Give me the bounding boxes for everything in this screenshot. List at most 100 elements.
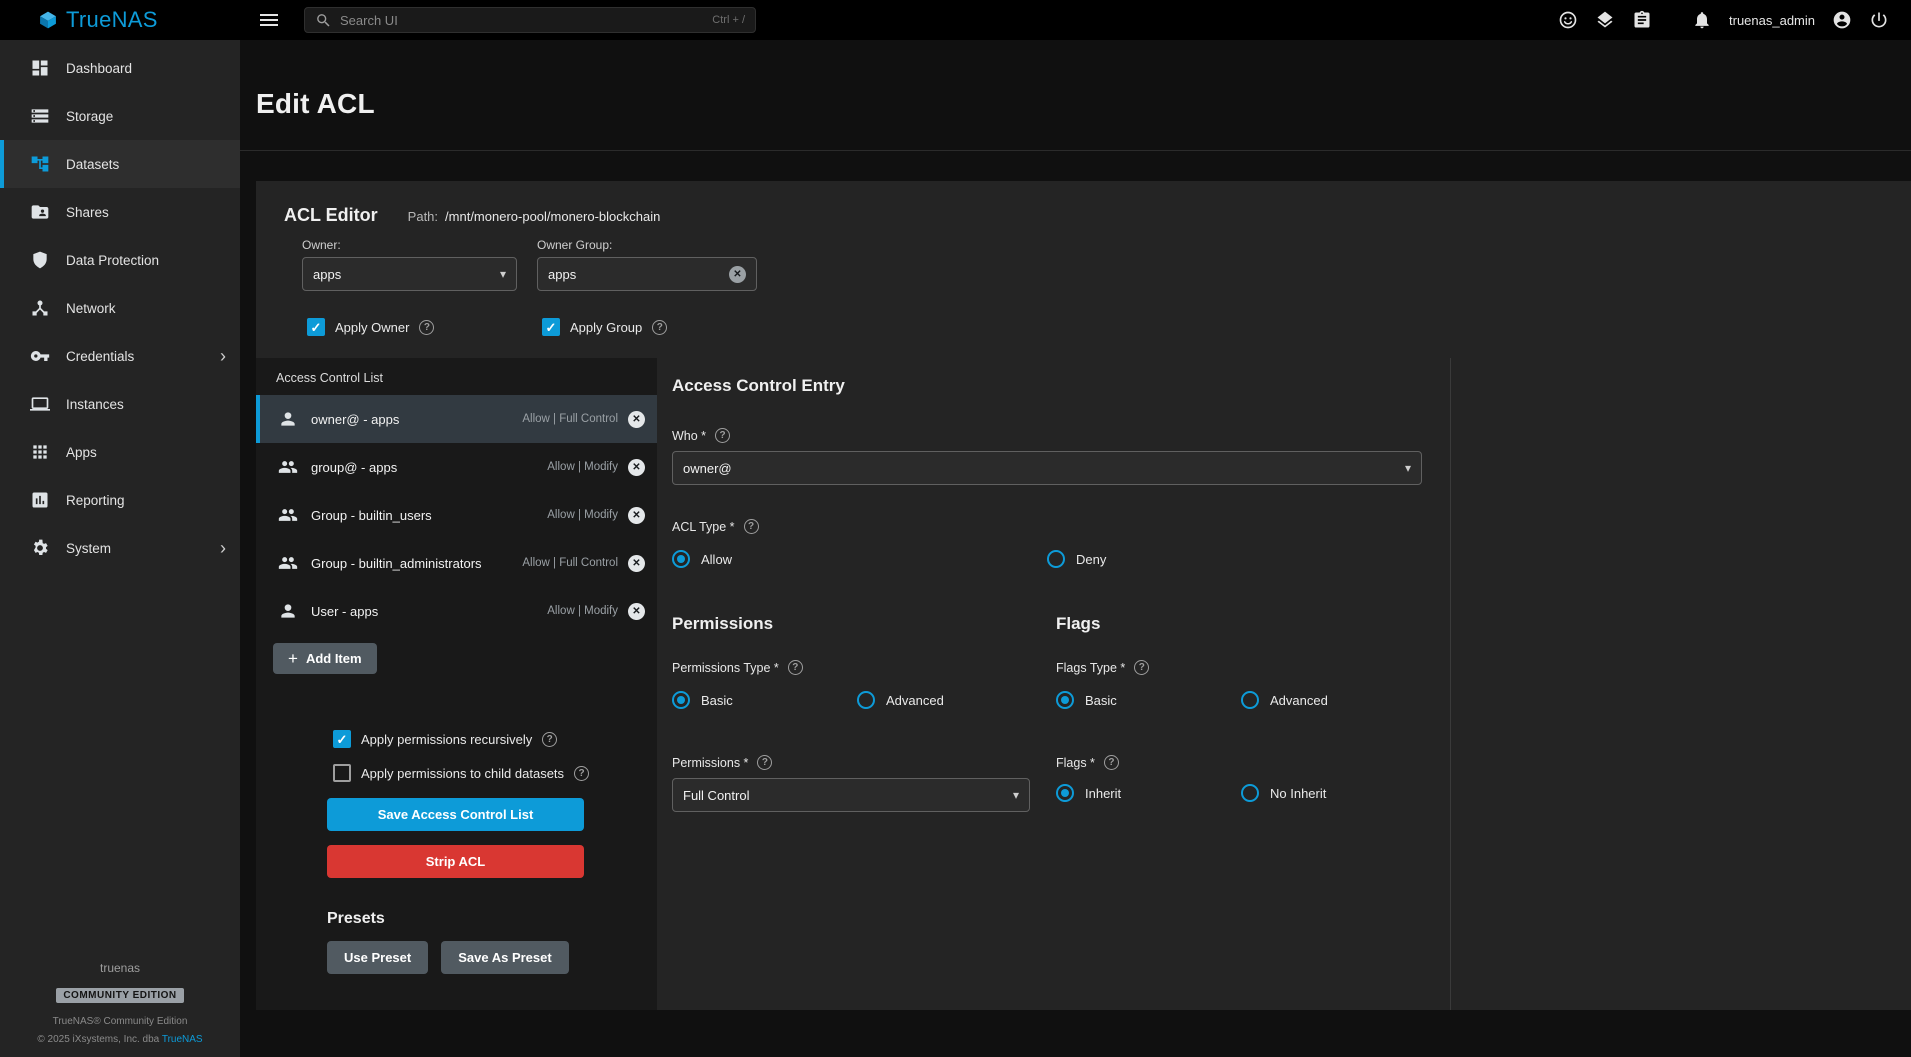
flags-type-advanced-radio[interactable]: Advanced xyxy=(1241,691,1450,709)
acl-entry[interactable]: owner@ - apps Allow | Full Control ✕ xyxy=(256,395,657,443)
remove-entry-icon[interactable]: ✕ xyxy=(628,555,645,572)
remove-entry-icon[interactable]: ✕ xyxy=(628,459,645,476)
acl-entry[interactable]: Group - builtin_users Allow | Modify ✕ xyxy=(256,491,657,539)
apply-owner-checkbox[interactable] xyxy=(307,318,325,336)
radio-label: Inherit xyxy=(1085,786,1121,801)
radio-icon[interactable] xyxy=(672,691,690,709)
power-icon[interactable] xyxy=(1869,10,1889,30)
jobs-clipboard-icon[interactable] xyxy=(1632,10,1652,30)
remove-entry-icon[interactable]: ✕ xyxy=(628,507,645,524)
key-icon xyxy=(30,346,50,366)
access-control-entry-form: Access Control Entry Who * ? owner@ ▾ AC… xyxy=(672,358,1451,1010)
sidebar-item-network[interactable]: Network xyxy=(0,284,240,332)
radio-icon[interactable] xyxy=(1056,784,1074,802)
sidebar-item-storage[interactable]: Storage xyxy=(0,92,240,140)
acl-entry-permission: Allow | Full Control xyxy=(522,413,618,425)
chevron-right-icon: › xyxy=(220,539,226,557)
owner-group-input[interactable]: apps ✕ xyxy=(537,257,757,291)
add-item-button[interactable]: + Add Item xyxy=(273,643,377,674)
owner-select[interactable]: apps ▾ xyxy=(302,257,517,291)
save-as-preset-button[interactable]: Save As Preset xyxy=(441,941,568,974)
group-icon xyxy=(278,553,298,573)
footer-brand-link[interactable]: TrueNAS xyxy=(162,1034,203,1045)
radio-icon[interactable] xyxy=(672,550,690,568)
remove-entry-icon[interactable]: ✕ xyxy=(628,603,645,620)
sidebar-item-shares[interactable]: Shares xyxy=(0,188,240,236)
permissions-section: Permissions Permissions Type * ? Basic xyxy=(672,614,1056,812)
person-icon xyxy=(278,601,298,621)
radio-icon[interactable] xyxy=(857,691,875,709)
help-icon[interactable]: ? xyxy=(574,766,589,781)
flags-inherit-radio[interactable]: Inherit xyxy=(1056,784,1241,802)
save-acl-button[interactable]: Save Access Control List xyxy=(327,798,584,831)
sidebar-item-dashboard[interactable]: Dashboard xyxy=(0,44,240,92)
notifications-bell-icon[interactable] xyxy=(1692,10,1712,30)
apply-group-checkbox-row: Apply Group ? xyxy=(537,318,757,336)
flags-type-basic-radio[interactable]: Basic xyxy=(1056,691,1241,709)
apply-child-checkbox-row: Apply permissions to child datasets ? xyxy=(327,764,657,782)
owner-value: apps xyxy=(313,267,492,282)
radio-icon[interactable] xyxy=(1056,691,1074,709)
footer-edition-line: TrueNAS® Community Edition xyxy=(53,1016,188,1027)
plus-icon: + xyxy=(288,650,298,667)
dataset-path: Path: /mnt/monero-pool/monero-blockchain xyxy=(408,209,661,224)
help-icon[interactable]: ? xyxy=(542,732,557,747)
permissions-type-label: Permissions Type * xyxy=(672,661,779,675)
clear-icon[interactable]: ✕ xyxy=(729,266,746,283)
radio-icon[interactable] xyxy=(1047,550,1065,568)
help-icon[interactable]: ? xyxy=(1134,660,1149,675)
sidebar-item-datasets[interactable]: Datasets xyxy=(0,140,240,188)
help-icon[interactable]: ? xyxy=(652,320,667,335)
sidebar-item-label: System xyxy=(66,541,204,556)
who-select[interactable]: owner@ ▾ xyxy=(672,451,1422,485)
radio-icon[interactable] xyxy=(1241,784,1259,802)
acl-type-allow-radio[interactable]: Allow xyxy=(672,550,1047,568)
menu-icon[interactable] xyxy=(260,14,278,26)
permissions-type-advanced-radio[interactable]: Advanced xyxy=(857,691,1056,709)
sidebar-item-label: Instances xyxy=(66,397,226,412)
use-preset-button[interactable]: Use Preset xyxy=(327,941,428,974)
group-icon xyxy=(278,457,298,477)
sidebar-item-apps[interactable]: Apps xyxy=(0,428,240,476)
sidebar-item-reporting[interactable]: Reporting xyxy=(0,476,240,524)
help-icon[interactable]: ? xyxy=(1104,755,1119,770)
global-search[interactable]: Ctrl + / xyxy=(304,7,756,33)
radio-label: Deny xyxy=(1076,552,1106,567)
acl-entry[interactable]: User - apps Allow | Modify ✕ xyxy=(256,587,657,635)
bar-chart-icon xyxy=(30,490,50,510)
help-icon[interactable]: ? xyxy=(715,428,730,443)
permissions-select[interactable]: Full Control ▾ xyxy=(672,778,1030,812)
sidebar-item-instances[interactable]: Instances xyxy=(0,380,240,428)
strip-acl-button[interactable]: Strip ACL xyxy=(327,845,584,878)
sidebar-item-credentials[interactable]: Credentials › xyxy=(0,332,240,380)
acl-entry[interactable]: Group - builtin_administrators Allow | F… xyxy=(256,539,657,587)
radio-icon[interactable] xyxy=(1241,691,1259,709)
acl-entry[interactable]: group@ - apps Allow | Modify ✕ xyxy=(256,443,657,491)
apply-recursive-checkbox[interactable] xyxy=(333,730,351,748)
radio-label: Allow xyxy=(701,552,732,567)
apply-group-checkbox[interactable] xyxy=(542,318,560,336)
help-icon[interactable]: ? xyxy=(757,755,772,770)
feedback-smiley-icon[interactable] xyxy=(1558,10,1578,30)
permissions-type-basic-radio[interactable]: Basic xyxy=(672,691,857,709)
flags-no-inherit-radio[interactable]: No Inherit xyxy=(1241,784,1450,802)
help-icon[interactable]: ? xyxy=(744,519,759,534)
account-icon[interactable] xyxy=(1832,10,1852,30)
sidebar-item-label: Network xyxy=(66,301,226,316)
remove-entry-icon[interactable]: ✕ xyxy=(628,411,645,428)
group-icon xyxy=(278,505,298,525)
acl-type-deny-radio[interactable]: Deny xyxy=(1047,550,1450,568)
layers-icon[interactable] xyxy=(1595,10,1615,30)
who-value: owner@ xyxy=(683,461,1397,476)
apply-child-checkbox[interactable] xyxy=(333,764,351,782)
who-label-row: Who * ? xyxy=(672,428,1450,443)
help-icon[interactable]: ? xyxy=(419,320,434,335)
presets-title: Presets xyxy=(327,910,657,928)
radio-label: Advanced xyxy=(1270,693,1328,708)
sidebar-item-data-protection[interactable]: Data Protection xyxy=(0,236,240,284)
acl-entry-permission: Allow | Full Control xyxy=(522,557,618,569)
truenas-logo[interactable]: TrueNAS xyxy=(0,7,240,33)
sidebar-item-system[interactable]: System › xyxy=(0,524,240,572)
help-icon[interactable]: ? xyxy=(788,660,803,675)
search-input[interactable] xyxy=(340,13,704,28)
